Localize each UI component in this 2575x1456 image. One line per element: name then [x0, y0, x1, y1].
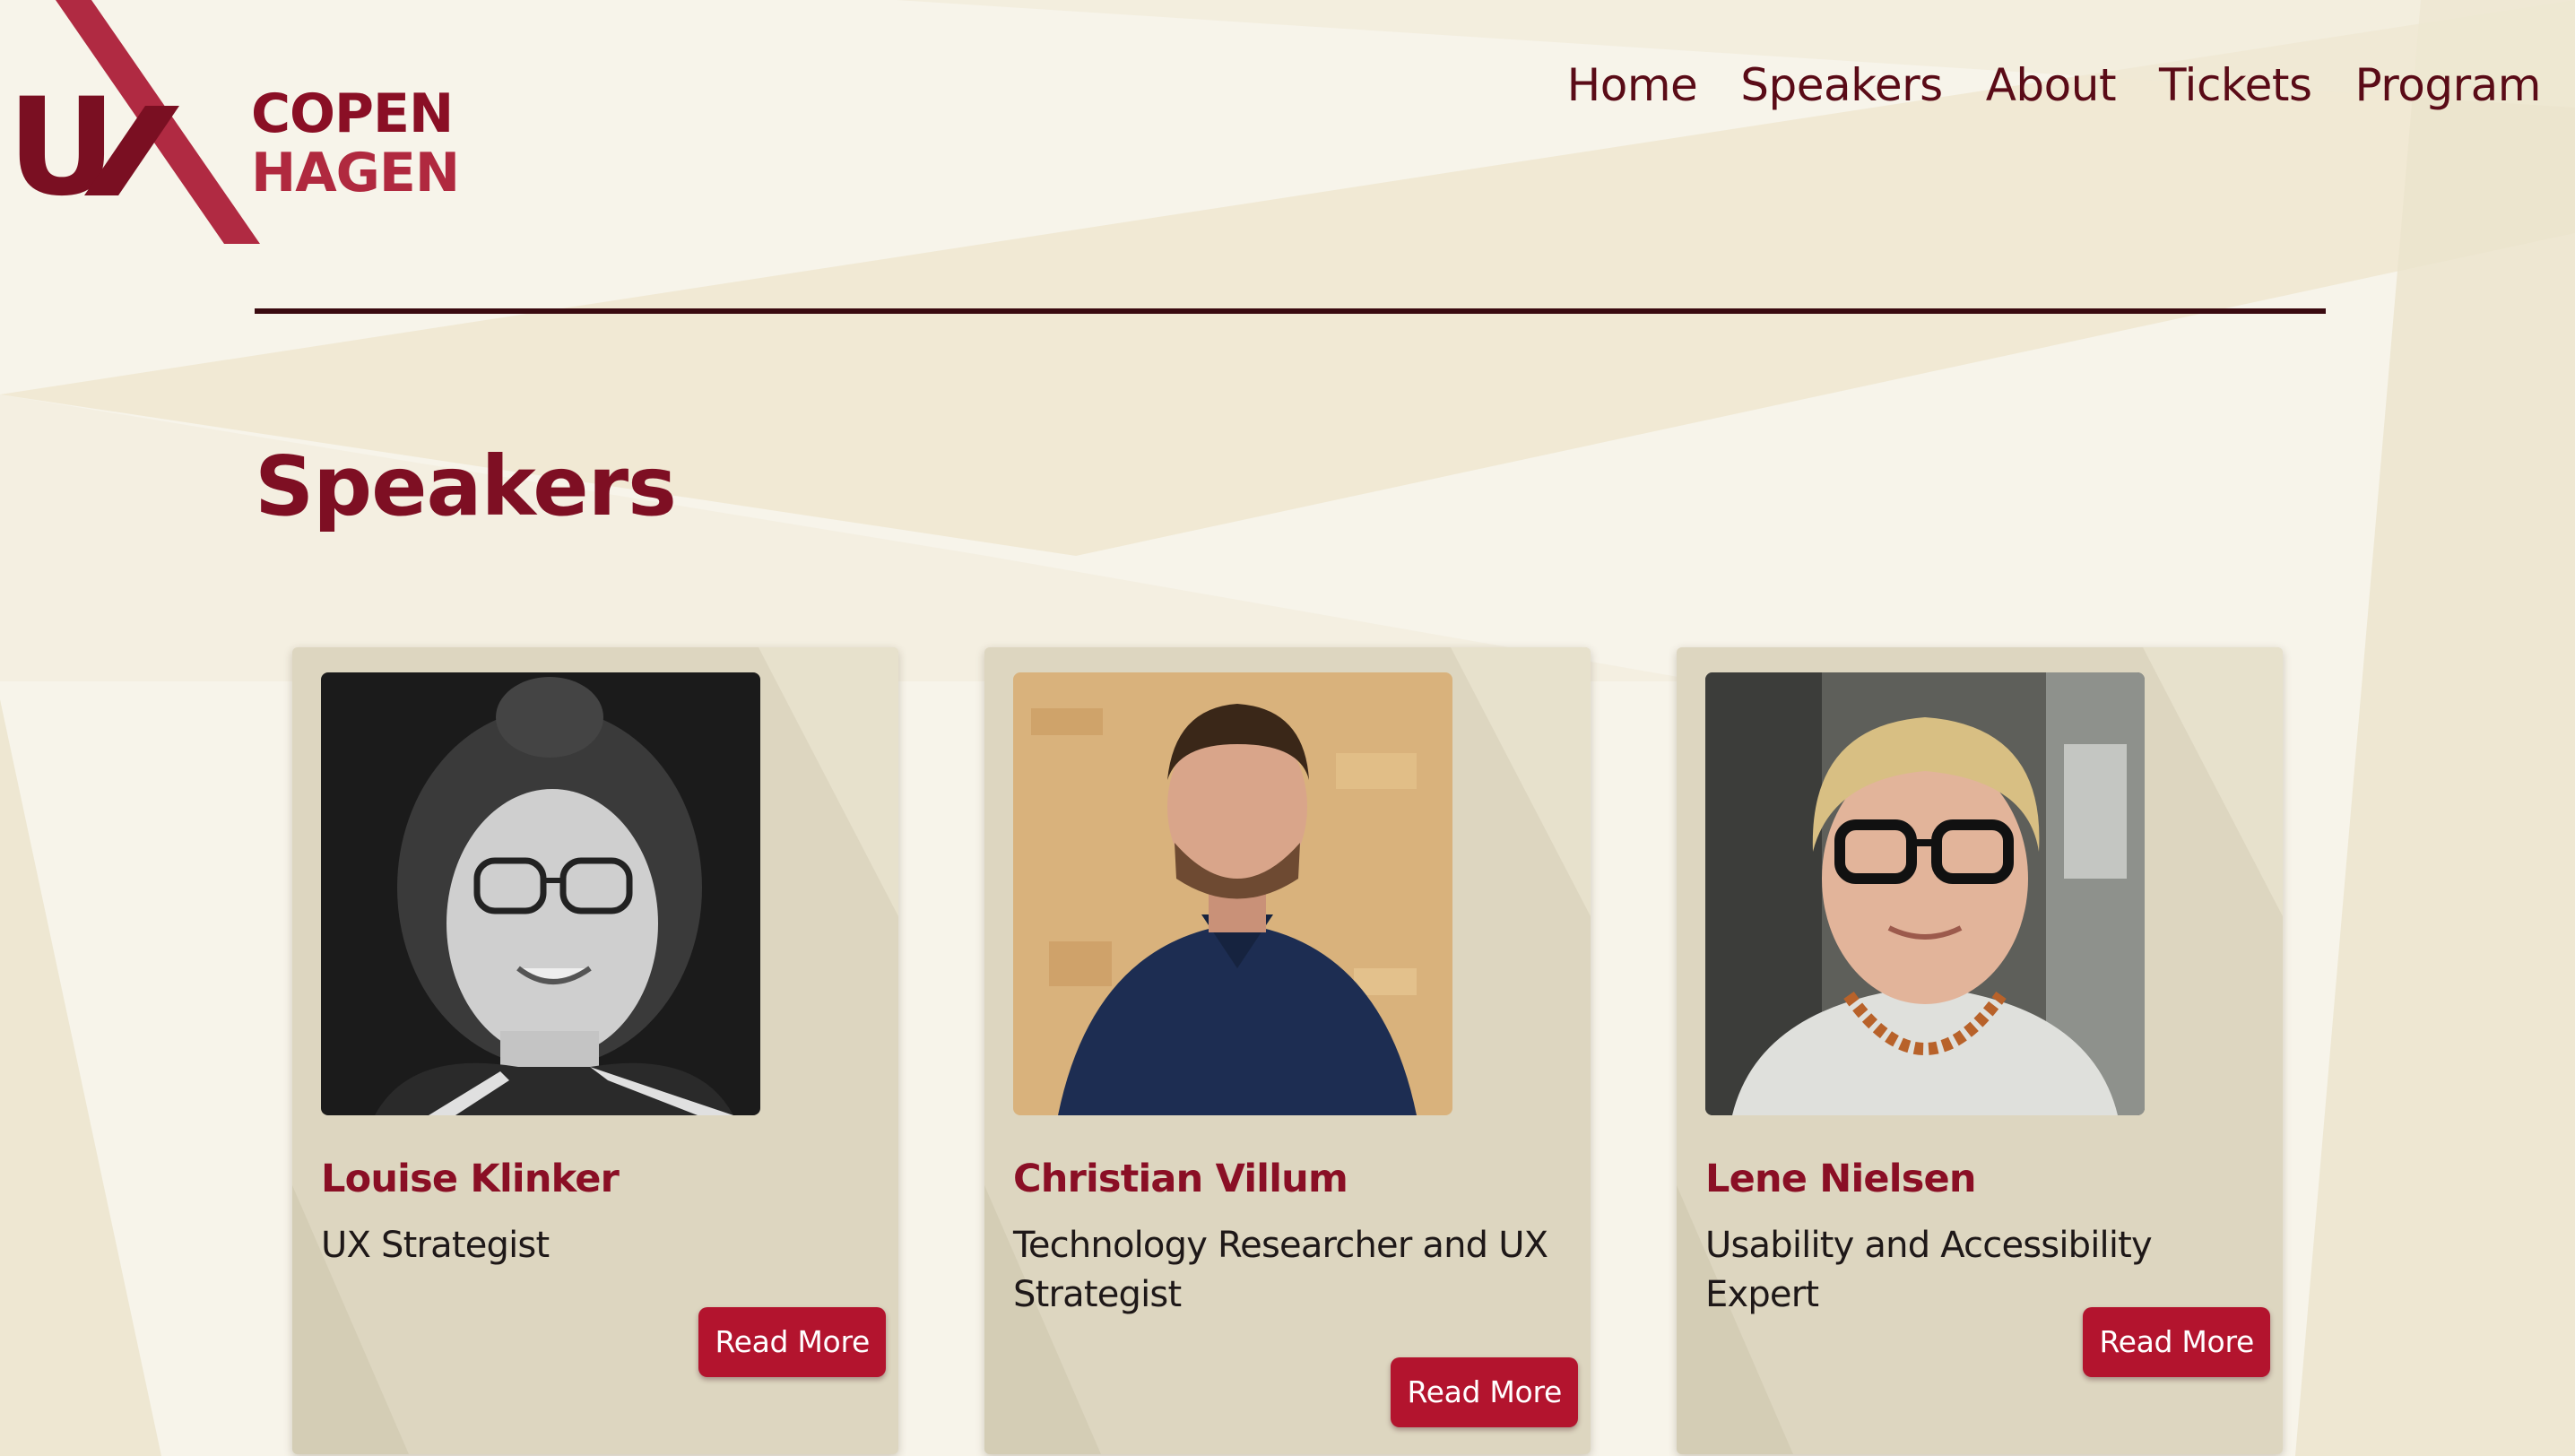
- logo-line-2: HAGEN: [251, 142, 460, 204]
- speaker-card: Christian Villum Technology Researcher a…: [984, 647, 1591, 1454]
- speaker-role: Technology Researcher and UX Strategist: [1013, 1225, 1548, 1315]
- speaker-role: UX Strategist: [321, 1225, 550, 1266]
- read-more-button[interactable]: Read More: [698, 1307, 886, 1377]
- nav-speakers[interactable]: Speakers: [1740, 59, 1943, 111]
- speaker-cards: Louise Klinker UX Strategist Read More C…: [292, 647, 2283, 1456]
- logo-wordmark: COPEN HAGEN: [251, 82, 460, 204]
- speaker-photo: [1013, 672, 1452, 1115]
- speaker-card: Lene Nielsen Usability and Accessibility…: [1677, 647, 2283, 1454]
- nav-program[interactable]: Program: [2355, 59, 2542, 111]
- speaker-photo: [1705, 672, 2145, 1115]
- speaker-photo: [321, 672, 760, 1115]
- main-navigation: Home Speakers About Tickets Program: [1567, 59, 2542, 111]
- speaker-name: Louise Klinker: [321, 1157, 620, 1201]
- read-more-button[interactable]: Read More: [1391, 1357, 1578, 1427]
- speaker-role: Usability and Accessibility Expert: [1705, 1225, 2153, 1315]
- nav-tickets[interactable]: Tickets: [2159, 59, 2312, 111]
- ux-copenhagen-logo[interactable]: U COPEN HAGEN: [7, 0, 460, 251]
- logo-x-mark: [56, 0, 260, 244]
- speaker-card: Louise Klinker UX Strategist Read More: [292, 647, 898, 1454]
- nav-home[interactable]: Home: [1567, 59, 1698, 111]
- page-title: Speakers: [255, 438, 677, 534]
- header-divider: [255, 308, 2326, 314]
- site-header: U COPEN HAGEN Home Speakers About Ticket…: [0, 0, 2575, 269]
- logo-line-1: COPEN: [251, 82, 454, 145]
- speaker-name: Lene Nielsen: [1705, 1157, 1977, 1201]
- nav-about[interactable]: About: [1986, 59, 2117, 111]
- speaker-name: Christian Villum: [1013, 1157, 1348, 1201]
- read-more-button[interactable]: Read More: [2083, 1307, 2270, 1377]
